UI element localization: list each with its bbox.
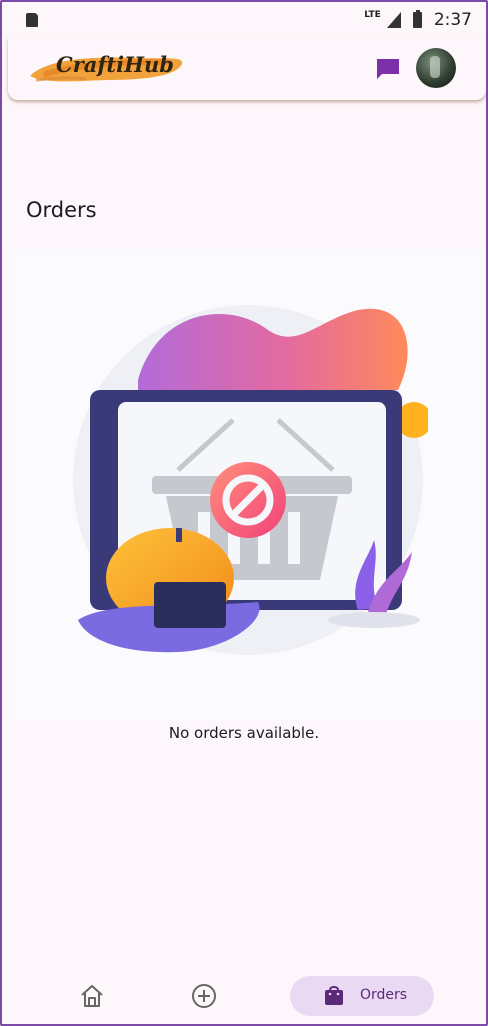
clock: 2:37 — [433, 10, 472, 30]
header-band — [10, 124, 470, 244]
nav-home-button[interactable] — [78, 982, 106, 1010]
status-bar: LTE 2:37 — [0, 0, 488, 38]
empty-state-message: No orders available. — [168, 724, 320, 742]
signal-icon — [386, 12, 401, 28]
battery-icon — [412, 10, 422, 28]
sd-card-icon — [26, 13, 38, 27]
avatar[interactable] — [416, 48, 456, 88]
nav-add-button[interactable] — [190, 982, 218, 1010]
nav-orders-button[interactable]: Orders — [290, 976, 434, 1016]
page-title: Orders — [26, 198, 97, 222]
nav-orders-label: Orders — [360, 987, 408, 1003]
bottom-navigation: Orders — [0, 960, 488, 1026]
shopping-bag-icon — [325, 986, 343, 1005]
network-type: LTE — [364, 10, 381, 20]
app-bar: CraftiHub — [8, 38, 486, 100]
app-logo[interactable]: CraftiHub — [26, 50, 186, 86]
add-circle-icon — [192, 984, 216, 1008]
home-icon — [81, 985, 103, 1007]
empty-orders-illustration — [68, 290, 432, 670]
status-indicators: LTE 2:37 — [364, 10, 472, 30]
logo-text: CraftiHub — [56, 52, 174, 77]
chat-icon[interactable] — [376, 58, 400, 80]
